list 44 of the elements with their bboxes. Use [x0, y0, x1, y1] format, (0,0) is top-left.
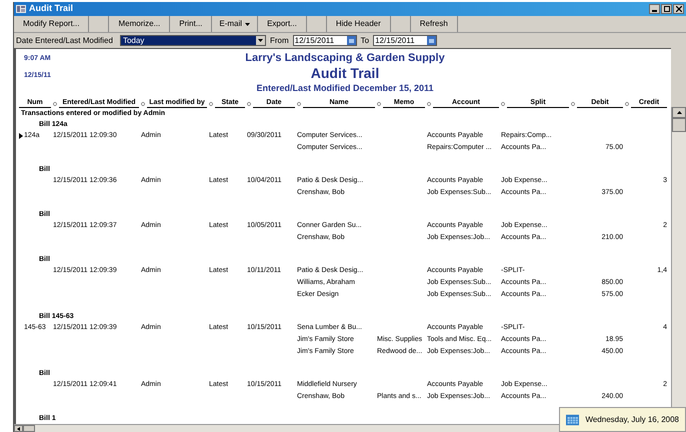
- toolbar-menu-button[interactable]: E-mail: [212, 16, 258, 32]
- maximize-button[interactable]: [661, 4, 672, 14]
- to-label: To: [360, 34, 370, 46]
- company-name: Larry's Landscaping & Garden Supply: [245, 52, 445, 65]
- sort-handle-icon[interactable]: [53, 102, 57, 106]
- close-icon: [676, 6, 682, 12]
- sort-handle-icon[interactable]: [247, 102, 251, 106]
- caret-icon: [245, 22, 250, 26]
- from-label: From: [270, 34, 289, 46]
- maximize-icon: [664, 6, 670, 12]
- sort-handle-icon[interactable]: [141, 102, 145, 106]
- close-button[interactable]: [673, 4, 684, 14]
- sort-handle-icon[interactable]: [377, 102, 381, 106]
- up-arrow-icon: [676, 111, 682, 114]
- calendar-icon[interactable]: [427, 36, 436, 45]
- sort-handle-icon[interactable]: [297, 102, 301, 106]
- toolbar-button[interactable]: Export...: [258, 16, 307, 32]
- left-arrow-icon: [17, 426, 20, 430]
- minimize-button[interactable]: [649, 4, 660, 14]
- sort-handle-icon[interactable]: [209, 102, 213, 106]
- dropdown-arrow-icon: [256, 36, 265, 45]
- calendar-icon[interactable]: [346, 36, 356, 45]
- sort-handle-icon[interactable]: [571, 102, 575, 106]
- window-title: Audit Trail: [29, 2, 74, 16]
- tooltip-text: Wednesday, July 16, 2008: [585, 414, 679, 426]
- calendar-icon: [566, 412, 580, 426]
- period-dropdown[interactable]: Today: [120, 35, 266, 46]
- sort-handle-icon[interactable]: [427, 102, 431, 106]
- report-subtitle: Entered/Last Modified December 15, 2011: [256, 82, 434, 94]
- toolbar-button[interactable]: Modify Report...: [14, 16, 90, 32]
- filter-label: Date Entered/Last Modified: [16, 34, 113, 46]
- scrollbar-thumb[interactable]: [23, 425, 35, 432]
- ledger-icon: [16, 4, 26, 14]
- to-date-field[interactable]: 12/15/2011: [373, 35, 438, 46]
- sort-handle-icon[interactable]: [625, 102, 629, 106]
- from-date-field[interactable]: 12/15/2011: [292, 35, 357, 46]
- toolbar-button[interactable]: Hide Header: [326, 16, 391, 32]
- report-title: Audit Trail: [310, 65, 380, 82]
- toolbar-button[interactable]: Refresh: [410, 16, 458, 32]
- minimize-icon: [652, 10, 657, 12]
- toolbar-button[interactable]: Memorize...: [109, 16, 170, 32]
- sort-handle-icon[interactable]: [501, 102, 505, 106]
- scrollbar-thumb[interactable]: [672, 118, 686, 132]
- toolbar-button[interactable]: Print...: [170, 16, 212, 32]
